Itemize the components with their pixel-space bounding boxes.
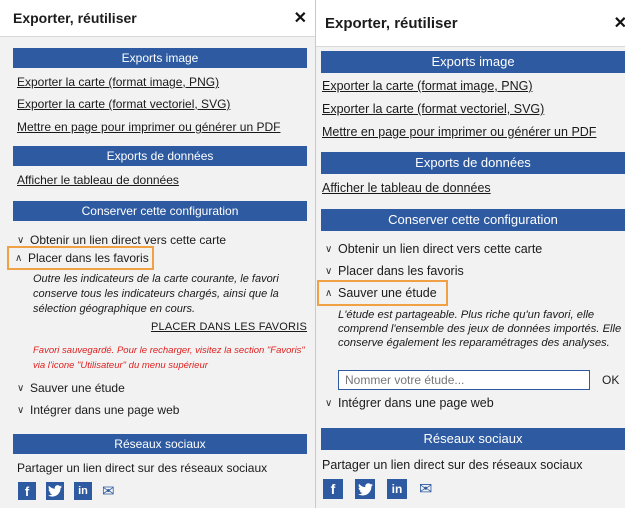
section-social: Réseaux sociaux [321, 428, 625, 450]
accordion-integrer[interactable]: ∨ Intégrer dans une page web [325, 396, 494, 410]
close-icon[interactable]: ✕ [614, 13, 625, 33]
accordion-label: Sauver une étude [338, 286, 437, 300]
section-exports-image: Exports image [321, 51, 625, 73]
chevron-up-icon: ∧ [325, 287, 333, 299]
accordion-favoris[interactable]: ∧ Placer dans les favoris [7, 246, 154, 270]
section-exports-image: Exports image [13, 48, 307, 68]
twitter-icon[interactable] [46, 482, 64, 500]
chevron-down-icon: ∨ [17, 382, 25, 394]
accordion-direct-link[interactable]: ∨ Obtenir un lien direct vers cette cart… [17, 233, 226, 247]
panel-header: Exporter, réutiliser ✕ [0, 0, 315, 37]
twitter-icon[interactable] [355, 479, 375, 499]
section-exports-data: Exports de données [13, 146, 307, 166]
accordion-direct-link[interactable]: ∨ Obtenir un lien direct vers cette cart… [325, 242, 542, 256]
social-icons: f in ✉ [18, 482, 115, 500]
show-data-table-link[interactable]: Afficher le tableau de données [322, 181, 491, 195]
chevron-down-icon: ∨ [17, 404, 25, 416]
export-svg-link[interactable]: Exporter la carte (format vectoriel, SVG… [322, 102, 544, 116]
facebook-icon[interactable]: f [18, 482, 36, 500]
accordion-label: Intégrer dans une page web [30, 403, 180, 417]
facebook-icon[interactable]: f [323, 479, 343, 499]
export-panel-right: Exporter, réutiliser ✕ Exports image Exp… [315, 0, 625, 508]
favoris-saved-message: Favori sauvegardé. Pour le recharger, vi… [33, 345, 305, 371]
linkedin-icon[interactable]: in [74, 482, 92, 500]
etude-description: L'étude est partageable. Plus riche qu'u… [338, 309, 622, 349]
study-name-input[interactable] [338, 370, 590, 390]
chevron-down-icon: ∨ [325, 265, 333, 277]
print-pdf-link[interactable]: Mettre en page pour imprimer ou générer … [322, 125, 596, 139]
export-panel-left: Exporter, réutiliser ✕ Exports image Exp… [0, 0, 315, 508]
section-conserver: Conserver cette configuration [13, 201, 307, 221]
chevron-up-icon: ∧ [15, 252, 23, 264]
panel-title: Exporter, réutiliser [325, 14, 458, 32]
accordion-label: Obtenir un lien direct vers cette carte [30, 233, 227, 247]
accordion-integrer[interactable]: ∨ Intégrer dans une page web [17, 403, 179, 417]
accordion-label: Sauver une étude [30, 381, 125, 395]
accordion-sauver[interactable]: ∧ Sauver une étude [317, 280, 448, 306]
favoris-description: Outre les indicateurs de la carte couran… [33, 273, 279, 315]
email-icon[interactable]: ✉ [102, 482, 115, 500]
panel-title: Exporter, réutiliser [13, 10, 137, 26]
social-icons: f in ✉ [323, 479, 432, 499]
accordion-sauver[interactable]: ∨ Sauver une étude [17, 381, 125, 395]
twitter-bird-icon [48, 485, 62, 497]
twitter-bird-icon [357, 482, 373, 495]
share-text: Partager un lien direct sur des réseaux … [17, 461, 268, 475]
share-text: Partager un lien direct sur des réseaux … [322, 458, 583, 472]
accordion-label: Intégrer dans une page web [338, 396, 494, 410]
accordion-label: Placer dans les favoris [338, 264, 464, 278]
ok-button[interactable]: OK [596, 370, 622, 390]
print-pdf-link[interactable]: Mettre en page pour imprimer ou générer … [17, 120, 280, 134]
chevron-down-icon: ∨ [17, 234, 25, 246]
chevron-down-icon: ∨ [325, 397, 333, 409]
section-conserver: Conserver cette configuration [321, 209, 625, 231]
section-exports-data: Exports de données [321, 152, 625, 174]
accordion-label: Obtenir un lien direct vers cette carte [338, 242, 543, 256]
panel-header: Exporter, réutiliser ✕ [316, 0, 625, 47]
chevron-down-icon: ∨ [325, 243, 333, 255]
accordion-favoris[interactable]: ∨ Placer dans les favoris [325, 264, 464, 278]
export-png-link[interactable]: Exporter la carte (format image, PNG) [17, 75, 219, 89]
email-icon[interactable]: ✉ [419, 479, 432, 499]
linkedin-icon[interactable]: in [387, 479, 407, 499]
export-png-link[interactable]: Exporter la carte (format image, PNG) [322, 79, 532, 93]
show-data-table-link[interactable]: Afficher le tableau de données [17, 173, 179, 187]
close-icon[interactable]: ✕ [294, 8, 307, 28]
section-social: Réseaux sociaux [13, 434, 307, 454]
export-svg-link[interactable]: Exporter la carte (format vectoriel, SVG… [17, 97, 230, 111]
accordion-label: Placer dans les favoris [28, 251, 149, 265]
add-favoris-button[interactable]: PLACER DANS LES FAVORIS [151, 321, 307, 333]
